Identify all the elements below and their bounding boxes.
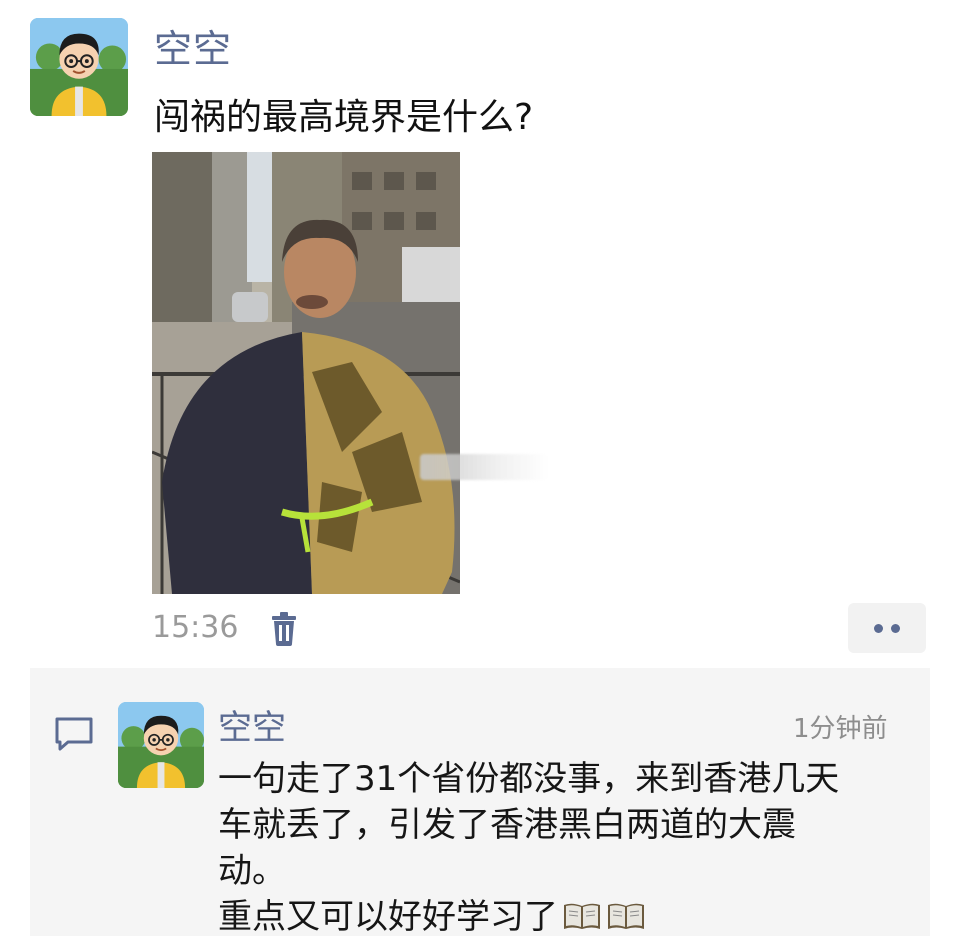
post-time: 15:36 xyxy=(152,610,239,645)
post-text: 闯祸的最高境界是什么? xyxy=(154,97,534,138)
comment-avatar[interactable] xyxy=(118,702,204,788)
post-author-name[interactable]: 空空 xyxy=(154,18,232,73)
comment-body: 一句走了31个省份都没事，来到香港几天 车就丢了，引发了香港黑白两道的大震 动。… xyxy=(218,759,840,937)
street-photo-illustration xyxy=(152,152,460,594)
blurred-overlay xyxy=(420,454,548,480)
dot xyxy=(874,623,883,633)
open-book-icon xyxy=(562,897,602,929)
trash-icon[interactable] xyxy=(270,612,298,646)
post-photo[interactable] xyxy=(152,152,460,594)
open-book-icon xyxy=(606,897,646,929)
comment-author-name[interactable]: 空空 xyxy=(218,700,286,749)
comment-text: 一句走了31个省份都没事，来到香港几天 车就丢了，引发了香港黑白两道的大震 动。… xyxy=(218,756,908,940)
more-dots-icon[interactable] xyxy=(848,603,926,653)
post-avatar[interactable] xyxy=(30,18,128,116)
avatar-illustration xyxy=(30,18,128,116)
comment-icon xyxy=(54,716,94,752)
avatar-illustration xyxy=(118,702,204,788)
comment-time: 1分钟前 xyxy=(793,714,888,744)
dot xyxy=(891,623,900,633)
